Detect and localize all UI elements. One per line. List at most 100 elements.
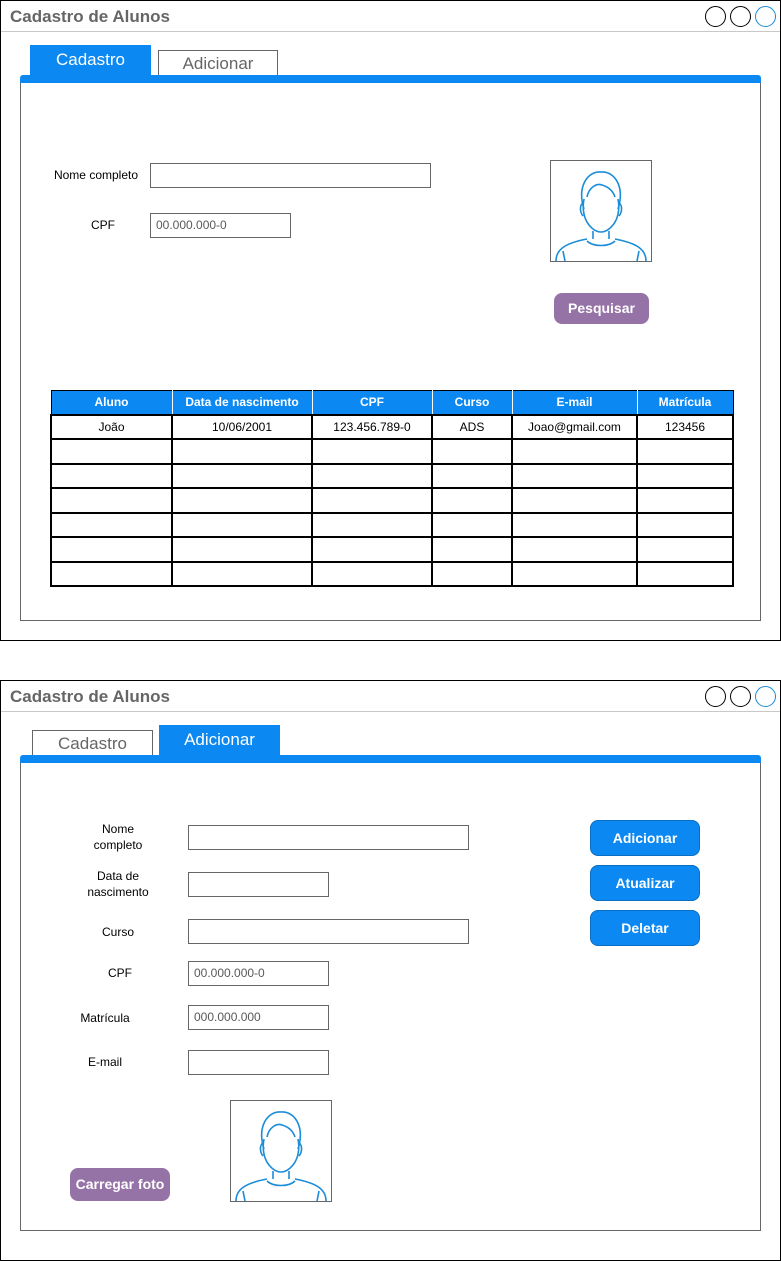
close-icon[interactable] [755, 6, 776, 27]
table-cell[interactable] [636, 560, 734, 587]
update-button[interactable]: Atualizar [590, 865, 700, 901]
matricula-label: Matrícula [80, 1011, 130, 1025]
table-cell[interactable] [171, 511, 313, 538]
search-button[interactable]: Pesquisar [554, 293, 649, 324]
add-button[interactable]: Adicionar [590, 820, 700, 856]
curso-input[interactable] [188, 919, 469, 944]
table-cell[interactable] [511, 438, 638, 465]
close-icon[interactable] [755, 686, 776, 707]
table-cell[interactable] [50, 487, 173, 514]
minimize-icon[interactable] [705, 6, 726, 27]
minimize-icon[interactable] [705, 686, 726, 707]
cpf-label: CPF [108, 966, 132, 980]
window-title: Cadastro de Alunos [10, 7, 170, 26]
curso-label: Curso [101, 925, 134, 939]
table-row[interactable] [50, 536, 734, 563]
table-cell[interactable] [636, 487, 734, 514]
tab-adicionar[interactable]: Adicionar [159, 725, 280, 756]
table-cell[interactable] [311, 487, 433, 514]
nascimento-label-line2: nascimento [87, 885, 149, 899]
nome-label: Nome completo [73, 821, 163, 853]
tab-panel-bar [20, 755, 761, 763]
nome-input[interactable] [150, 163, 431, 188]
table-cell[interactable] [431, 438, 513, 465]
nascimento-input[interactable] [188, 872, 329, 897]
table-cell[interactable] [171, 560, 313, 587]
nome-label: Nome completo [53, 168, 139, 182]
table-cell[interactable] [50, 511, 173, 538]
table-header-row: Aluno Data de nascimento CPF Curso E-mai… [50, 390, 734, 415]
adicionar-window: Cadastro de Alunos Cadastro Adicionar No… [0, 680, 781, 1261]
column-header[interactable]: CPF [311, 390, 433, 415]
cpf-label: CPF [91, 218, 115, 232]
table-cell[interactable] [636, 511, 734, 538]
tab-cadastro[interactable]: Cadastro [32, 730, 153, 757]
table-row[interactable] [50, 511, 734, 538]
table-cell[interactable] [511, 536, 638, 563]
table-cell[interactable] [511, 560, 638, 587]
delete-button[interactable]: Deletar [590, 910, 700, 946]
table-cell[interactable]: 123456 [636, 413, 734, 440]
table-cell[interactable] [431, 560, 513, 587]
email-input[interactable] [188, 1050, 329, 1075]
table-row[interactable] [50, 487, 734, 514]
table-cell[interactable] [50, 438, 173, 465]
table-row[interactable] [50, 438, 734, 465]
table-cell[interactable] [171, 536, 313, 563]
upload-photo-button[interactable]: Carregar foto [70, 1168, 170, 1201]
table-cell[interactable] [50, 536, 173, 563]
column-header[interactable]: Curso [431, 390, 513, 415]
table-cell[interactable] [311, 536, 433, 563]
table-cell[interactable] [431, 462, 513, 489]
maximize-icon[interactable] [730, 686, 751, 707]
table-cell[interactable] [511, 462, 638, 489]
table-cell[interactable] [50, 560, 173, 587]
nome-label-line1: Nome [101, 822, 134, 836]
email-label: E-mail [87, 1055, 122, 1069]
tab-cadastro[interactable]: Cadastro [30, 45, 151, 76]
table-cell[interactable] [511, 511, 638, 538]
table-cell[interactable]: 123.456.789-0 [311, 413, 433, 440]
cpf-input[interactable]: 00.000.000-0 [188, 961, 329, 986]
table-cell[interactable] [431, 511, 513, 538]
table-cell[interactable] [636, 536, 734, 563]
table-cell[interactable] [431, 536, 513, 563]
table-cell[interactable]: João [50, 413, 173, 440]
table-row[interactable]: João 10/06/2001 123.456.789-0 ADS Joao@gmail… [50, 413, 734, 440]
table-row[interactable] [50, 560, 734, 587]
table-cell[interactable]: ADS [431, 413, 513, 440]
table-cell[interactable]: 10/06/2001 [171, 413, 313, 440]
maximize-icon[interactable] [730, 6, 751, 27]
column-header[interactable]: Aluno [50, 390, 173, 415]
nome-label-line2: completo [93, 838, 143, 852]
title-bar: Cadastro de Alunos [1, 681, 780, 712]
column-header[interactable]: E-mail [511, 390, 638, 415]
table-cell[interactable] [171, 487, 313, 514]
user-avatar-icon [550, 160, 652, 262]
nascimento-label-line1: Data de [96, 869, 140, 883]
tab-panel-bar [20, 75, 761, 83]
column-header[interactable]: Data de nascimento [171, 390, 313, 415]
column-header[interactable]: Matrícula [636, 390, 734, 415]
table-cell[interactable] [311, 438, 433, 465]
title-bar: Cadastro de Alunos [1, 1, 780, 32]
table-cell[interactable] [431, 487, 513, 514]
nome-input[interactable] [188, 825, 469, 850]
table-row[interactable] [50, 462, 734, 489]
table-cell[interactable]: Joao@gmail.com [511, 413, 638, 440]
table-cell[interactable] [50, 462, 173, 489]
matricula-input[interactable]: 000.000.000 [188, 1005, 329, 1030]
students-table: Aluno Data de nascimento CPF Curso E-mai… [50, 390, 734, 587]
window-title: Cadastro de Alunos [10, 687, 170, 706]
nascimento-label: Data de nascimento [73, 868, 163, 900]
table-cell[interactable] [311, 511, 433, 538]
table-cell[interactable] [311, 462, 433, 489]
table-cell[interactable] [171, 462, 313, 489]
table-cell[interactable] [636, 438, 734, 465]
table-cell[interactable] [511, 487, 638, 514]
table-cell[interactable] [636, 462, 734, 489]
table-cell[interactable] [171, 438, 313, 465]
cpf-input[interactable]: 00.000.000-0 [150, 213, 291, 238]
tab-adicionar[interactable]: Adicionar [158, 50, 278, 77]
table-cell[interactable] [311, 560, 433, 587]
